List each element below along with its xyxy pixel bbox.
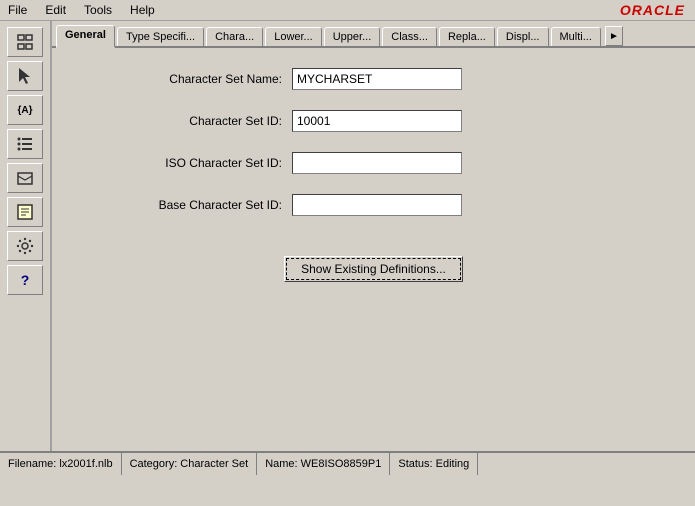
menu-help[interactable]: Help [126,2,159,18]
tab-scroll-right[interactable]: ► [605,26,623,46]
variable-label: {A} [17,105,32,116]
base-charset-id-label: Base Character Set ID: [82,198,282,212]
sidebar-variable-btn[interactable]: {A} [7,95,43,125]
tab-chara[interactable]: Chara... [206,27,263,46]
charset-id-row: Character Set ID: [82,110,665,132]
status-name: Name: WE8ISO8859P1 [257,453,390,475]
tab-multi[interactable]: Multi... [551,27,601,46]
sidebar-pointer-btn[interactable] [7,61,43,91]
sidebar-select-btn[interactable] [7,27,43,57]
tab-upper[interactable]: Upper... [324,27,381,46]
status-category: Category: Character Set [122,453,258,475]
button-area: Show Existing Definitions... [82,256,665,282]
list-icon [15,134,35,154]
tab-bar: General Type Specifi... Chara... Lower..… [52,21,695,48]
select-icon [15,32,35,52]
menubar: File Edit Tools Help ORACLE [0,0,695,21]
show-existing-button[interactable]: Show Existing Definitions... [284,256,463,282]
tab-general[interactable]: General [56,25,115,48]
charset-id-label: Character Set ID: [82,114,282,128]
status-bar: Filename: lx2001f.nlb Category: Characte… [0,451,695,475]
charset-id-input[interactable] [292,110,462,132]
main-container: {A} [0,21,695,451]
tab-class[interactable]: Class... [382,27,437,46]
menu-edit[interactable]: Edit [41,2,70,18]
package-icon [15,168,35,188]
sidebar-list-btn[interactable] [7,129,43,159]
oracle-logo: ORACLE [620,2,691,18]
sidebar-gear-btn[interactable] [7,231,43,261]
menu-tools[interactable]: Tools [80,2,116,18]
base-charset-id-row: Base Character Set ID: [82,194,665,216]
charset-name-input[interactable] [292,68,462,90]
pointer-icon [15,66,35,86]
iso-charset-id-label: ISO Character Set ID: [82,156,282,170]
sidebar-help-btn[interactable]: ? [7,265,43,295]
tab-repla[interactable]: Repla... [439,27,495,46]
help-label: ? [21,272,30,288]
status-editing: Status: Editing [390,453,478,475]
charset-name-row: Character Set Name: [82,68,665,90]
status-filename: Filename: lx2001f.nlb [0,453,122,475]
sidebar-note-btn[interactable] [7,197,43,227]
iso-charset-id-input[interactable] [292,152,462,174]
gear-icon [15,236,35,256]
iso-charset-id-row: ISO Character Set ID: [82,152,665,174]
charset-name-label: Character Set Name: [82,72,282,86]
menu-file[interactable]: File [4,2,31,18]
sidebar-package-btn[interactable] [7,163,43,193]
tab-lower[interactable]: Lower... [265,27,322,46]
menubar-left: File Edit Tools Help [4,2,159,18]
sidebar: {A} [0,21,52,451]
note-icon [15,202,35,222]
tab-displ[interactable]: Displ... [497,27,549,46]
base-charset-id-input[interactable] [292,194,462,216]
tab-type-specifi[interactable]: Type Specifi... [117,27,204,46]
form-panel: Character Set Name: Character Set ID: IS… [52,48,695,451]
content-area: General Type Specifi... Chara... Lower..… [52,21,695,451]
